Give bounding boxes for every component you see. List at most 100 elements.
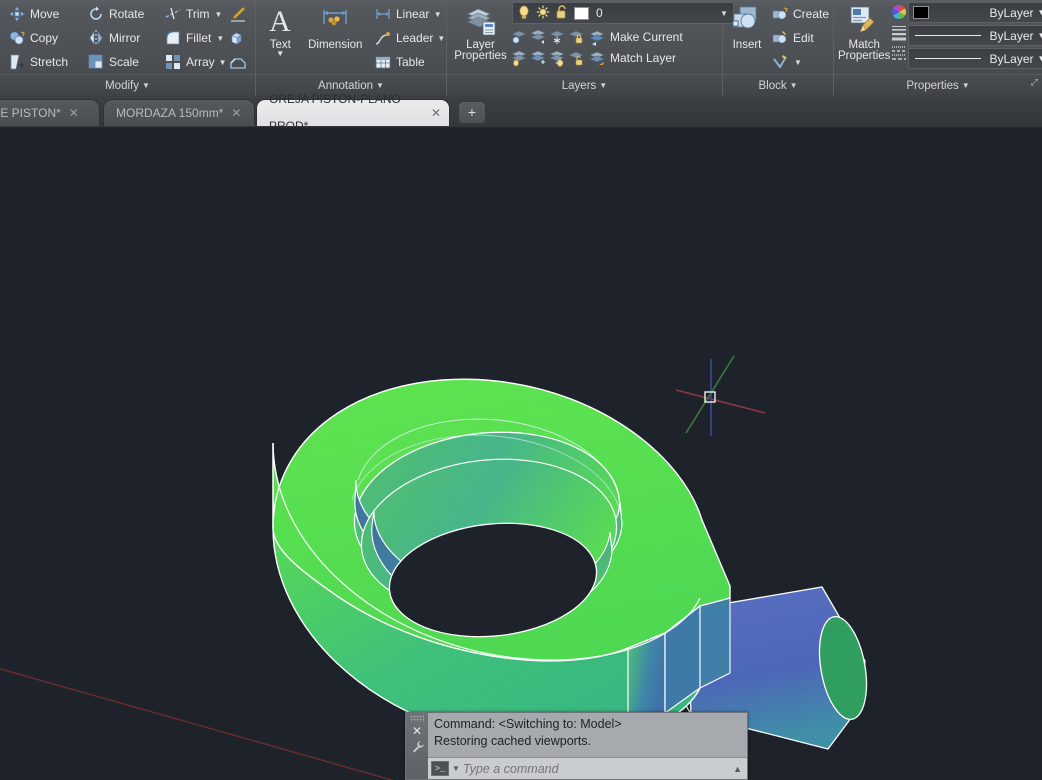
trim-icon (164, 5, 182, 23)
modify-scale-button[interactable]: Scale (83, 50, 160, 74)
crosshair-x-axis (675, 389, 766, 414)
panel-title-properties[interactable]: Properties ▼ ⤡ (834, 74, 1042, 96)
lineweight-caret[interactable]: ▼ (1038, 31, 1042, 40)
panel-title-modify[interactable]: Modify ▼ (0, 74, 255, 96)
layer-lock-icon[interactable] (567, 28, 585, 46)
block-create-button[interactable]: Create (767, 2, 829, 26)
layers-panel-caret[interactable]: ▼ (599, 81, 607, 90)
insert-block-button[interactable]: Insert (727, 1, 767, 51)
linetype-icon[interactable] (890, 43, 908, 61)
lineweight-combo[interactable]: ByLayer ▼ (908, 25, 1042, 46)
leader-dropdown-caret[interactable]: ▼ (437, 34, 445, 43)
modify-move-button[interactable]: Move (4, 2, 83, 26)
layer-unisolate-icon[interactable] (529, 28, 547, 46)
edit-attribute-icon (771, 53, 789, 71)
wrench-icon[interactable] (411, 740, 424, 755)
document-tab-1[interactable]: MORDAZA 150mm* ✕ (103, 99, 255, 126)
lightbulb-icon[interactable] (517, 4, 531, 22)
command-prompt-caret[interactable]: ▼ (452, 764, 460, 773)
close-icon[interactable]: ✕ (231, 100, 241, 127)
layer-properties-button[interactable]: Layer Properties (451, 1, 510, 62)
properties-panel-expand-icon[interactable]: ⤡ (1031, 71, 1038, 93)
layer-thaw-all-icon[interactable] (548, 49, 566, 67)
layer-selector-combo[interactable]: 0 ▼ (512, 2, 734, 24)
linear-dropdown-caret[interactable]: ▼ (433, 10, 442, 19)
layer-off-icon[interactable] (510, 49, 528, 67)
linetype-combo[interactable]: ByLayer ▼ (908, 48, 1042, 69)
modify-copy-button[interactable]: Copy (4, 26, 83, 50)
drag-handle-icon[interactable] (410, 715, 424, 722)
annotation-leader-label: Leader (396, 31, 434, 45)
sun-icon[interactable] (536, 4, 550, 22)
command-history-line-0: Command: <Switching to: Model> (434, 717, 622, 731)
block-panel-caret[interactable]: ▼ (790, 81, 798, 90)
document-tab-0[interactable]: RIETE PISTON* ✕ (0, 99, 100, 126)
annotation-table-button[interactable]: Table (370, 50, 442, 74)
modify-fillet-button[interactable]: Fillet ▼ (160, 26, 226, 50)
modify-panel-caret[interactable]: ▼ (142, 81, 150, 90)
close-icon[interactable]: ✕ (431, 100, 441, 127)
layer-isolate-icon[interactable] (510, 28, 528, 46)
block-edit-button[interactable]: Edit (767, 26, 829, 50)
panel-title-block[interactable]: Block ▼ (723, 74, 833, 96)
color-wheel-icon[interactable] (890, 3, 908, 21)
unlock-icon[interactable] (555, 4, 569, 22)
object-color-caret[interactable]: ▼ (1038, 8, 1042, 17)
annotation-dimension-button[interactable]: Dimension (301, 1, 370, 51)
modify-mirror-button[interactable]: Mirror (83, 26, 160, 50)
panel-title-layers[interactable]: Layers ▼ (447, 74, 722, 96)
block-edit-attribute-button[interactable]: ▼ (767, 50, 829, 74)
command-input-row[interactable]: >_ ▼ ▲ (428, 757, 747, 779)
close-icon[interactable]: ✕ (412, 725, 422, 737)
layer-color-swatch[interactable] (574, 6, 589, 20)
text-dropdown-caret[interactable]: ▼ (276, 50, 284, 58)
command-input[interactable] (462, 761, 731, 776)
match-properties-button[interactable]: Match Properties (838, 1, 890, 62)
modify-explode-button[interactable] (226, 26, 251, 50)
layer-properties-icon (464, 4, 498, 38)
object-color-swatch (913, 6, 930, 19)
match-layer-icon (588, 49, 606, 67)
command-history[interactable]: Command: <Switching to: Model> Restoring… (428, 713, 747, 757)
annotation-linear-button[interactable]: Linear ▼ (370, 2, 442, 26)
layer-unlock-icon[interactable] (567, 49, 585, 67)
linetype-caret[interactable]: ▼ (1038, 54, 1042, 63)
stretch-icon (8, 53, 26, 71)
erase-brush-icon (229, 5, 247, 23)
close-icon[interactable]: ✕ (69, 100, 79, 127)
layer-freeze-icon[interactable] (548, 28, 566, 46)
edit-attribute-dropdown-caret[interactable]: ▼ (793, 58, 803, 67)
layer-turn-all-on-icon[interactable] (529, 49, 547, 67)
modify-trim-button[interactable]: Trim ▼ (160, 2, 226, 26)
ribbon-panel-annotation: A Text ▼ Dimension Linear ▼ Leader ▼ Tab… (256, 0, 446, 96)
modify-stretch-button[interactable]: Stretch (4, 50, 83, 74)
fillet-dropdown-caret[interactable]: ▼ (215, 34, 225, 43)
annotation-text-button[interactable]: A Text ▼ (260, 1, 301, 58)
lineweight-icon[interactable] (890, 23, 908, 41)
modify-stretch-label: Stretch (30, 55, 69, 69)
properties-panel-caret[interactable]: ▼ (962, 81, 970, 90)
document-tab-2[interactable]: OREJA PISTON-PLANO PROD* ✕ (256, 92, 450, 133)
command-window[interactable]: ✕ Command: <Switching to: Model> Restori… (405, 712, 748, 780)
trim-dropdown-caret[interactable]: ▼ (214, 10, 224, 19)
command-window-grip[interactable]: ✕ (406, 713, 428, 779)
modify-erase-button[interactable] (226, 2, 251, 26)
annotation-leader-button[interactable]: Leader ▼ (370, 26, 445, 50)
modify-array-button[interactable]: Array ▼ (160, 50, 227, 74)
modify-rotate-button[interactable]: Rotate (83, 2, 160, 26)
layers-match-layer-button[interactable]: Match Layer (586, 46, 680, 70)
document-tab-0-label: RIETE PISTON* (0, 105, 61, 120)
command-expand-icon[interactable]: ▲ (733, 764, 744, 774)
scale-icon (87, 53, 105, 71)
panel-title-block-label: Block (758, 80, 787, 93)
lug-side-wall-left (627, 632, 666, 725)
text-icon: A (263, 4, 297, 38)
modify-mirror-label: Mirror (108, 31, 141, 45)
layers-make-current-button[interactable]: Make Current (586, 25, 687, 49)
command-prompt-icon[interactable]: >_ (431, 761, 449, 776)
drawing-viewport[interactable] (0, 128, 1042, 780)
modify-chamfer-button[interactable] (226, 50, 251, 74)
new-tab-button[interactable]: + (458, 101, 486, 124)
object-color-combo[interactable]: ByLayer ▼ (908, 2, 1042, 23)
chamfer-icon (229, 53, 247, 71)
